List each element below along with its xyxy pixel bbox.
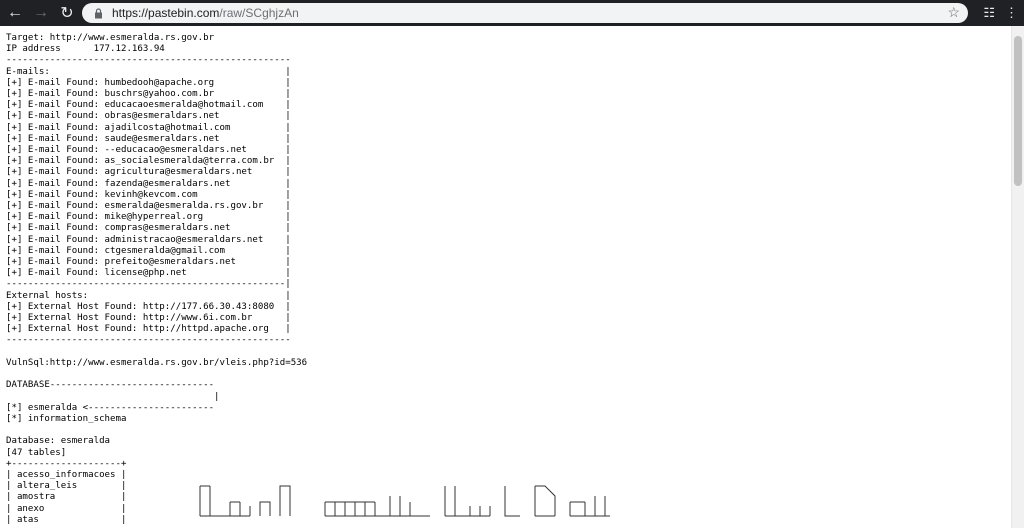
text-line: [+] E-mail Found: --educacao@esmeraldars… — [6, 145, 291, 156]
text-line: | amostra | — [6, 492, 127, 503]
text-line: | acesso_informacoes | — [6, 469, 127, 480]
forward-arrow-icon[interactable]: → — [30, 2, 52, 24]
text-line: [+] External Host Found: http://www.6i.c… — [6, 313, 291, 324]
text-line: Target: http://www.esmeralda.rs.gov.br — [6, 33, 215, 43]
text-line: [+] E-mail Found: as_socialesmeralda@ter… — [6, 156, 291, 167]
scrollbar[interactable] — [1011, 26, 1024, 528]
text-line: [+] E-mail Found: mike@hyperreal.org | — [6, 212, 291, 223]
raw-text: Target: http://www.esmeralda.rs.gov.br I… — [0, 26, 1012, 526]
text-line: ----------------------------------------… — [6, 55, 291, 66]
text-line: [+] External Host Found: http://177.66.3… — [6, 301, 291, 312]
text-line: [*] esmeralda <----------------------- — [6, 402, 215, 413]
extension-icon[interactable]: ☷ — [983, 4, 995, 22]
lock-icon — [90, 7, 106, 19]
text-line: [+] E-mail Found: kevinh@kevcom.com | — [6, 189, 291, 200]
text-line: [+] E-mail Found: humbedooh@apache.org | — [6, 77, 291, 88]
text-line: [+] E-mail Found: obras@esmeraldars.net … — [6, 111, 291, 122]
text-line: [+] E-mail Found: license@php.net | — [6, 268, 291, 279]
text-line: ----------------------------------------… — [6, 279, 291, 290]
url-host: https://pastebin.com — [112, 6, 220, 20]
text-line: +--------------------+ — [6, 458, 127, 469]
text-line: E-mails: | — [6, 66, 291, 77]
text-line: [+] E-mail Found: compras@esmeraldars.ne… — [6, 223, 291, 234]
text-line: | anexo | — [6, 503, 127, 514]
text-line: [+] E-mail Found: buschrs@yahoo.com.br | — [6, 89, 291, 100]
url-path: /raw/SCghjzAn — [219, 6, 299, 20]
text-line: [+] E-mail Found: ctgesmeralda@gmail.com… — [6, 245, 291, 256]
text-line: [+] E-mail Found: esmeralda@esmeralda.rs… — [6, 201, 291, 212]
browser-toolbar: ← → ↻ https://pastebin.com/raw/SCghjzAn … — [0, 0, 1024, 26]
text-line: [+] E-mail Found: prefeito@esmeraldars.n… — [6, 257, 291, 268]
url-text: https://pastebin.com/raw/SCghjzAn — [112, 6, 299, 20]
page-content: Target: http://www.esmeralda.rs.gov.br I… — [0, 26, 1012, 528]
scrollbar-thumb[interactable] — [1014, 36, 1022, 186]
ascii-art-banner — [199, 485, 610, 517]
text-line: | — [6, 391, 220, 402]
text-line: External hosts: | — [6, 290, 291, 301]
reload-icon[interactable]: ↻ — [56, 2, 78, 24]
text-line: VulnSql:http://www.esmeralda.rs.gov.br/v… — [6, 357, 308, 368]
text-line: [+] E-mail Found: administracao@esmerald… — [6, 234, 291, 245]
menu-dots-icon[interactable]: ⋮ — [1005, 4, 1018, 22]
text-line: ----------------------------------------… — [6, 335, 291, 346]
text-line: DATABASE------------------------------ — [6, 380, 215, 391]
text-line: [+] E-mail Found: fazenda@esmeraldars.ne… — [6, 178, 291, 189]
text-line: [+] E-mail Found: agricultura@esmeraldar… — [6, 167, 291, 178]
text-line: [47 tables] — [6, 447, 67, 458]
text-line: | altera_leis | — [6, 481, 127, 492]
text-line: | atas | — [6, 514, 127, 525]
text-line: [+] E-mail Found: saude@esmeraldars.net … — [6, 133, 291, 144]
address-bar[interactable]: https://pastebin.com/raw/SCghjzAn ☆ — [82, 3, 968, 23]
text-line: Database: esmeralda — [6, 436, 111, 447]
text-line: [*] information_schema — [6, 413, 127, 424]
text-line: [+] External Host Found: http://httpd.ap… — [6, 324, 291, 335]
text-line: [+] E-mail Found: educacaoesmeralda@hotm… — [6, 100, 291, 111]
text-line: IP address 177.12.163.94 — [6, 44, 165, 55]
text-line: [+] E-mail Found: ajadilcosta@hotmail.co… — [6, 122, 291, 133]
back-arrow-icon[interactable]: ← — [4, 2, 26, 24]
star-icon[interactable]: ☆ — [947, 4, 960, 21]
toolbar-right-icons: ☷ ⋮ — [983, 4, 1018, 22]
